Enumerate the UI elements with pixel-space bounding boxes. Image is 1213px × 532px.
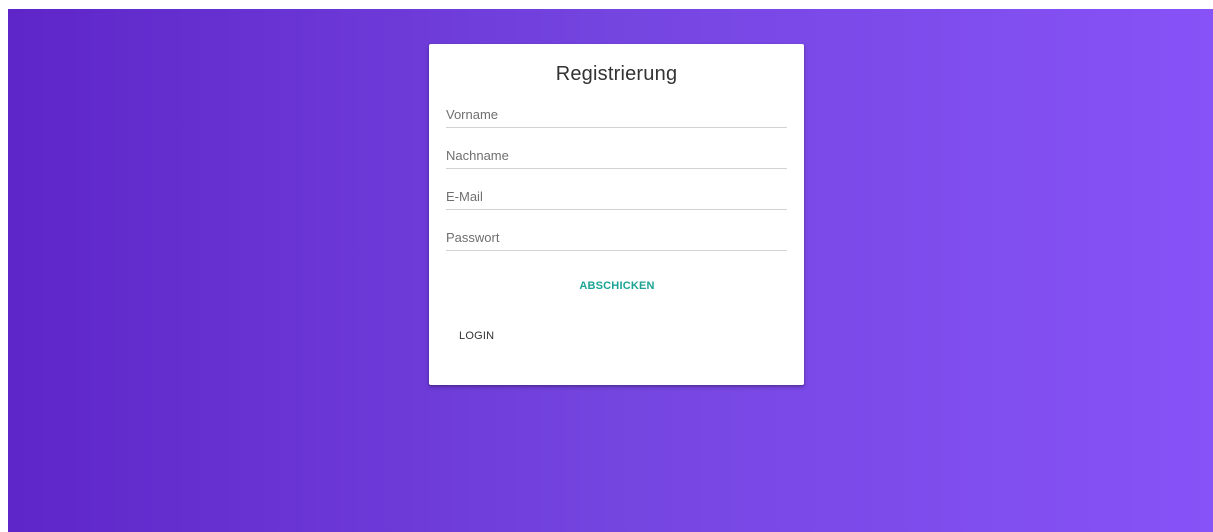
email-field-container: [446, 185, 787, 210]
first-name-field-container: [446, 103, 787, 128]
last-name-input[interactable]: [446, 144, 787, 166]
last-name-field-container: [446, 144, 787, 169]
registration-card: Registrierung ABSCHICKEN LOGIN: [429, 44, 804, 385]
first-name-input[interactable]: [446, 103, 787, 125]
card-title: Registrierung: [555, 63, 678, 85]
submit-button[interactable]: ABSCHICKEN: [567, 274, 667, 298]
email-input[interactable]: [446, 185, 787, 207]
password-input[interactable]: [446, 226, 787, 248]
page-background: Registrierung ABSCHICKEN LOGIN: [8, 9, 1213, 532]
password-field-container: [446, 226, 787, 251]
login-button[interactable]: LOGIN: [451, 324, 502, 348]
